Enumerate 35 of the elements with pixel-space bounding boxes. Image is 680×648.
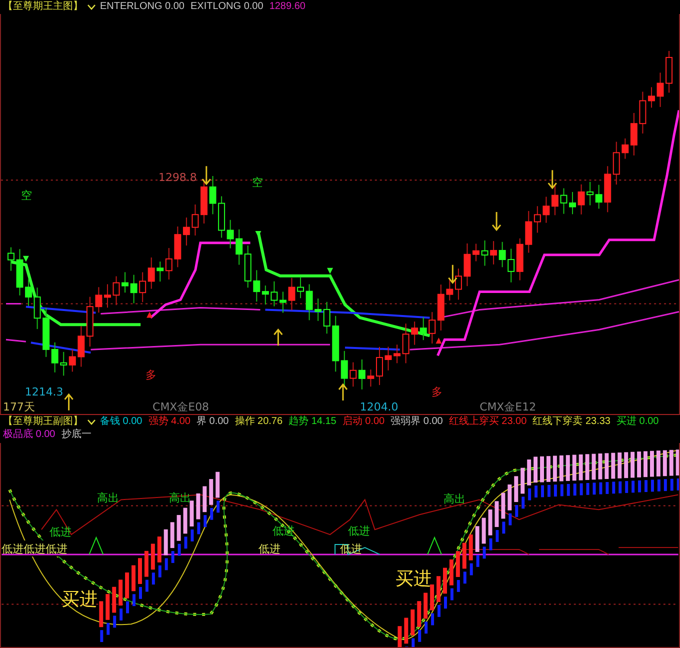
indicator-value: 界 0.00 (196, 415, 229, 428)
signal-label: 多 (432, 385, 443, 398)
contract-label: CMX金E12 (480, 400, 536, 414)
signal-label: 空 (20, 189, 32, 202)
contract-label: CMX金E08 (152, 400, 210, 414)
indicator-value: 抄底一 (61, 428, 92, 441)
price-label: 1204.0 (360, 400, 398, 414)
buy-signal-label: 买进 (61, 589, 98, 610)
signal-label: 多 (146, 368, 157, 382)
main-chart-title: 【至尊期王主图】 (3, 0, 83, 13)
signal-label: 高出 (444, 492, 466, 506)
signal-label: 空 (252, 176, 264, 190)
signal-label: 低进 (348, 524, 370, 538)
indicator-value: ENTERLONG 0.00 (100, 0, 184, 13)
sub-chart-title: 【至尊期王副图】 (3, 415, 83, 428)
indicator-value: 买进 0.00 (616, 415, 659, 428)
indicator-value: 红线上穿买 23.00 (448, 415, 527, 428)
buy-signal-label: 买进 (396, 568, 432, 590)
price-label: 1214.3 (24, 385, 64, 398)
indicator-value: 极品底 0.00 (3, 428, 56, 441)
signal-label: 低进 (258, 542, 280, 556)
indicator-value: 强势 4.00 (148, 415, 190, 428)
price-label: 1298.8 (158, 171, 197, 184)
indicator-value: 备钱 0.00 (100, 415, 142, 428)
indicator-value: 启动 0.00 (342, 415, 385, 428)
indicator-value: 强弱界 0.00 (390, 415, 443, 428)
indicator-value: 趋势 14.15 (288, 415, 336, 428)
signal-label: 高出 (97, 492, 120, 505)
period-label: 177天 (3, 400, 35, 414)
indicator-value: 操作 20.76 (234, 415, 283, 428)
signal-label: 低进 (49, 526, 72, 539)
signal-label: 低进低进低进 (2, 542, 68, 556)
indicator-value: 1289.60 (269, 0, 306, 13)
indicator-value: 红线下穿卖 23.33 (532, 415, 610, 428)
indicator-value: EXITLONG 0.00 (190, 0, 264, 13)
